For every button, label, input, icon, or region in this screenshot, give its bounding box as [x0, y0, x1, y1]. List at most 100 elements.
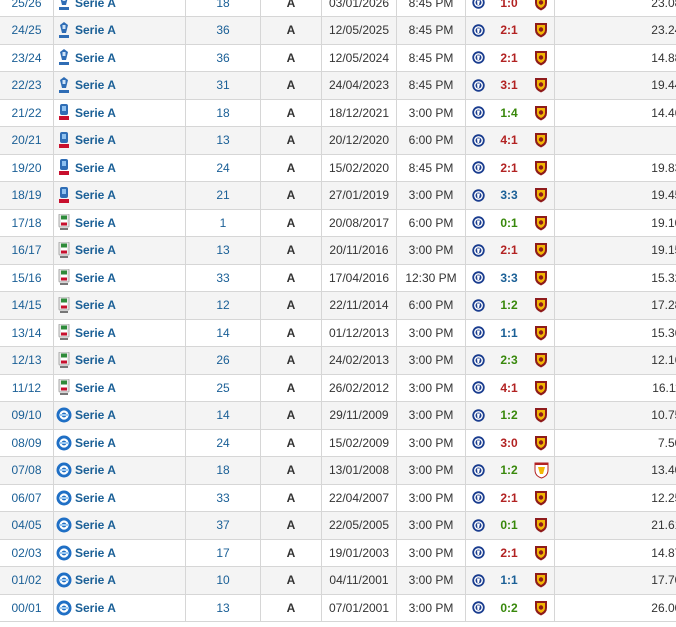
matchday-link[interactable]: 36	[185, 44, 261, 72]
away-team-logo-icon[interactable]	[528, 16, 555, 45]
season-link[interactable]: 13/14	[0, 319, 54, 347]
matchday-link[interactable]: 1	[185, 209, 261, 237]
match-result-link[interactable]: 1:1	[490, 319, 528, 347]
home-team-logo-icon[interactable]	[465, 456, 490, 485]
matchday-link[interactable]: 13	[185, 126, 261, 155]
competition-link[interactable]: Serie A	[75, 353, 116, 367]
away-team-logo-icon[interactable]	[528, 181, 555, 210]
season-link[interactable]: 06/07	[0, 484, 54, 512]
away-team-logo-icon[interactable]	[528, 539, 555, 567]
match-result-link[interactable]: 1:1	[490, 566, 528, 595]
matchday-link[interactable]: 17	[185, 539, 261, 567]
match-result-link[interactable]: 3:3	[490, 264, 528, 292]
match-result-link[interactable]: 2:1	[490, 44, 528, 72]
home-team-logo-icon[interactable]	[465, 181, 490, 210]
season-link[interactable]: 07/08	[0, 456, 54, 485]
competition-link[interactable]: Serie A	[75, 381, 116, 395]
match-result-link[interactable]: 3:3	[490, 181, 528, 210]
match-result-link[interactable]: 1:2	[490, 291, 528, 320]
home-team-logo-icon[interactable]	[465, 374, 490, 402]
season-link[interactable]: 01/02	[0, 566, 54, 595]
home-team-logo-icon[interactable]	[465, 0, 490, 17]
away-team-logo-icon[interactable]	[528, 456, 555, 485]
matchday-link[interactable]: 24	[185, 429, 261, 457]
matchday-link[interactable]: 10	[185, 566, 261, 595]
matchday-link[interactable]: 26	[185, 346, 261, 375]
season-link[interactable]: 16/17	[0, 236, 54, 265]
match-result-link[interactable]: 3:0	[490, 429, 528, 457]
competition-link[interactable]: Serie A	[75, 23, 116, 37]
competition-link[interactable]: Serie A	[75, 188, 116, 202]
away-team-logo-icon[interactable]	[528, 209, 555, 237]
season-link[interactable]: 00/01	[0, 594, 54, 622]
season-link[interactable]: 02/03	[0, 539, 54, 567]
away-team-logo-icon[interactable]	[528, 236, 555, 265]
competition-link[interactable]: Serie A	[75, 106, 116, 120]
matchday-link[interactable]: 33	[185, 484, 261, 512]
home-team-logo-icon[interactable]	[465, 99, 490, 127]
season-link[interactable]: 24/25	[0, 16, 54, 45]
match-result-link[interactable]: 2:1	[490, 154, 528, 182]
season-link[interactable]: 15/16	[0, 264, 54, 292]
season-link[interactable]: 14/15	[0, 291, 54, 320]
match-result-link[interactable]: 4:1	[490, 374, 528, 402]
home-team-logo-icon[interactable]	[465, 264, 490, 292]
competition-link[interactable]: Serie A	[75, 518, 116, 532]
competition-link[interactable]: Serie A	[75, 408, 116, 422]
away-team-logo-icon[interactable]	[528, 291, 555, 320]
home-team-logo-icon[interactable]	[465, 319, 490, 347]
match-result-link[interactable]: 0:1	[490, 511, 528, 540]
competition-link[interactable]: Serie A	[75, 161, 116, 175]
matchday-link[interactable]: 25	[185, 374, 261, 402]
away-team-logo-icon[interactable]	[528, 566, 555, 595]
match-result-link[interactable]: 2:3	[490, 346, 528, 375]
match-result-link[interactable]: 0:2	[490, 594, 528, 622]
match-result-link[interactable]: 2:1	[490, 16, 528, 45]
match-result-link[interactable]: 1:2	[490, 456, 528, 485]
home-team-logo-icon[interactable]	[465, 154, 490, 182]
away-team-logo-icon[interactable]	[528, 71, 555, 100]
season-link[interactable]: 25/26	[0, 0, 54, 17]
season-link[interactable]: 11/12	[0, 374, 54, 402]
matchday-link[interactable]: 18	[185, 0, 261, 17]
matchday-link[interactable]: 13	[185, 594, 261, 622]
away-team-logo-icon[interactable]	[528, 126, 555, 155]
home-team-logo-icon[interactable]	[465, 236, 490, 265]
competition-link[interactable]: Serie A	[75, 78, 116, 92]
competition-link[interactable]: Serie A	[75, 463, 116, 477]
home-team-logo-icon[interactable]	[465, 291, 490, 320]
away-team-logo-icon[interactable]	[528, 264, 555, 292]
competition-link[interactable]: Serie A	[75, 51, 116, 65]
competition-link[interactable]: Serie A	[75, 216, 116, 230]
matchday-link[interactable]: 33	[185, 264, 261, 292]
match-result-link[interactable]: 1:0	[490, 0, 528, 17]
home-team-logo-icon[interactable]	[465, 594, 490, 622]
home-team-logo-icon[interactable]	[465, 209, 490, 237]
away-team-logo-icon[interactable]	[528, 0, 555, 17]
season-link[interactable]: 19/20	[0, 154, 54, 182]
season-link[interactable]: 20/21	[0, 126, 54, 155]
matchday-link[interactable]: 14	[185, 401, 261, 430]
competition-link[interactable]: Serie A	[75, 0, 116, 10]
season-link[interactable]: 04/05	[0, 511, 54, 540]
matchday-link[interactable]: 31	[185, 71, 261, 100]
season-link[interactable]: 17/18	[0, 209, 54, 237]
away-team-logo-icon[interactable]	[528, 346, 555, 375]
away-team-logo-icon[interactable]	[528, 374, 555, 402]
away-team-logo-icon[interactable]	[528, 319, 555, 347]
away-team-logo-icon[interactable]	[528, 429, 555, 457]
away-team-logo-icon[interactable]	[528, 594, 555, 622]
matchday-link[interactable]: 14	[185, 319, 261, 347]
season-link[interactable]: 23/24	[0, 44, 54, 72]
home-team-logo-icon[interactable]	[465, 44, 490, 72]
matchday-link[interactable]: 12	[185, 291, 261, 320]
home-team-logo-icon[interactable]	[465, 539, 490, 567]
home-team-logo-icon[interactable]	[465, 346, 490, 375]
home-team-logo-icon[interactable]	[465, 16, 490, 45]
season-link[interactable]: 18/19	[0, 181, 54, 210]
competition-link[interactable]: Serie A	[75, 133, 116, 147]
season-link[interactable]: 21/22	[0, 99, 54, 127]
competition-link[interactable]: Serie A	[75, 546, 116, 560]
away-team-logo-icon[interactable]	[528, 401, 555, 430]
match-result-link[interactable]: 2:1	[490, 484, 528, 512]
